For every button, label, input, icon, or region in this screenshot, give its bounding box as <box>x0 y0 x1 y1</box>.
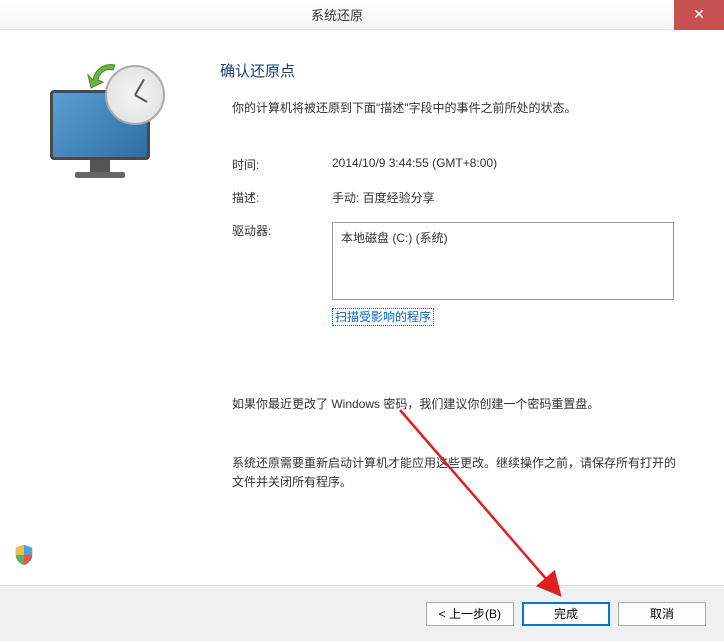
left-pane <box>0 30 200 585</box>
close-button[interactable]: ✕ <box>674 0 724 30</box>
right-pane: 确认还原点 你的计算机将被还原到下面"描述"字段中的事件之前所处的状态。 时间:… <box>200 30 724 585</box>
shield-icon <box>15 545 33 565</box>
intro-text: 你的计算机将被还原到下面"描述"字段中的事件之前所处的状态。 <box>232 99 684 116</box>
desc-label: 描述: <box>232 189 332 206</box>
cancel-button[interactable]: 取消 <box>618 602 706 626</box>
time-label: 时间: <box>232 156 332 173</box>
back-button[interactable]: < 上一步(B) <box>426 602 514 626</box>
page-heading: 确认还原点 <box>220 60 684 81</box>
button-bar: < 上一步(B) 完成 取消 <box>0 585 724 641</box>
drive-listbox[interactable]: 本地磁盘 (C:) (系统) <box>332 222 674 300</box>
scan-link-row: 扫描受影响的程序 <box>332 308 684 325</box>
titlebar: 系统还原 ✕ <box>0 0 724 30</box>
drive-row: 驱动器: 本地磁盘 (C:) (系统) <box>232 222 684 300</box>
content-area: 确认还原点 你的计算机将被还原到下面"描述"字段中的事件之前所处的状态。 时间:… <box>0 30 724 585</box>
drive-label: 驱动器: <box>232 222 332 300</box>
password-note: 如果你最近更改了 Windows 密码，我们建议你创建一个密码重置盘。 <box>232 395 684 414</box>
finish-button[interactable]: 完成 <box>522 602 610 626</box>
close-icon: ✕ <box>693 6 705 23</box>
time-row: 时间: 2014/10/9 3:44:55 (GMT+8:00) <box>232 156 684 173</box>
system-restore-icon <box>35 60 165 180</box>
desc-row: 描述: 手动: 百度经验分享 <box>232 189 684 206</box>
time-value: 2014/10/9 3:44:55 (GMT+8:00) <box>332 156 684 173</box>
drive-item[interactable]: 本地磁盘 (C:) (系统) <box>341 229 665 246</box>
desc-value: 手动: 百度经验分享 <box>332 189 684 206</box>
restart-warning: 系统还原需要重新启动计算机才能应用这些更改。继续操作之前，请保存所有打开的文件并… <box>232 454 684 492</box>
window-title: 系统还原 <box>0 5 674 24</box>
scan-affected-link[interactable]: 扫描受影响的程序 <box>332 308 434 326</box>
